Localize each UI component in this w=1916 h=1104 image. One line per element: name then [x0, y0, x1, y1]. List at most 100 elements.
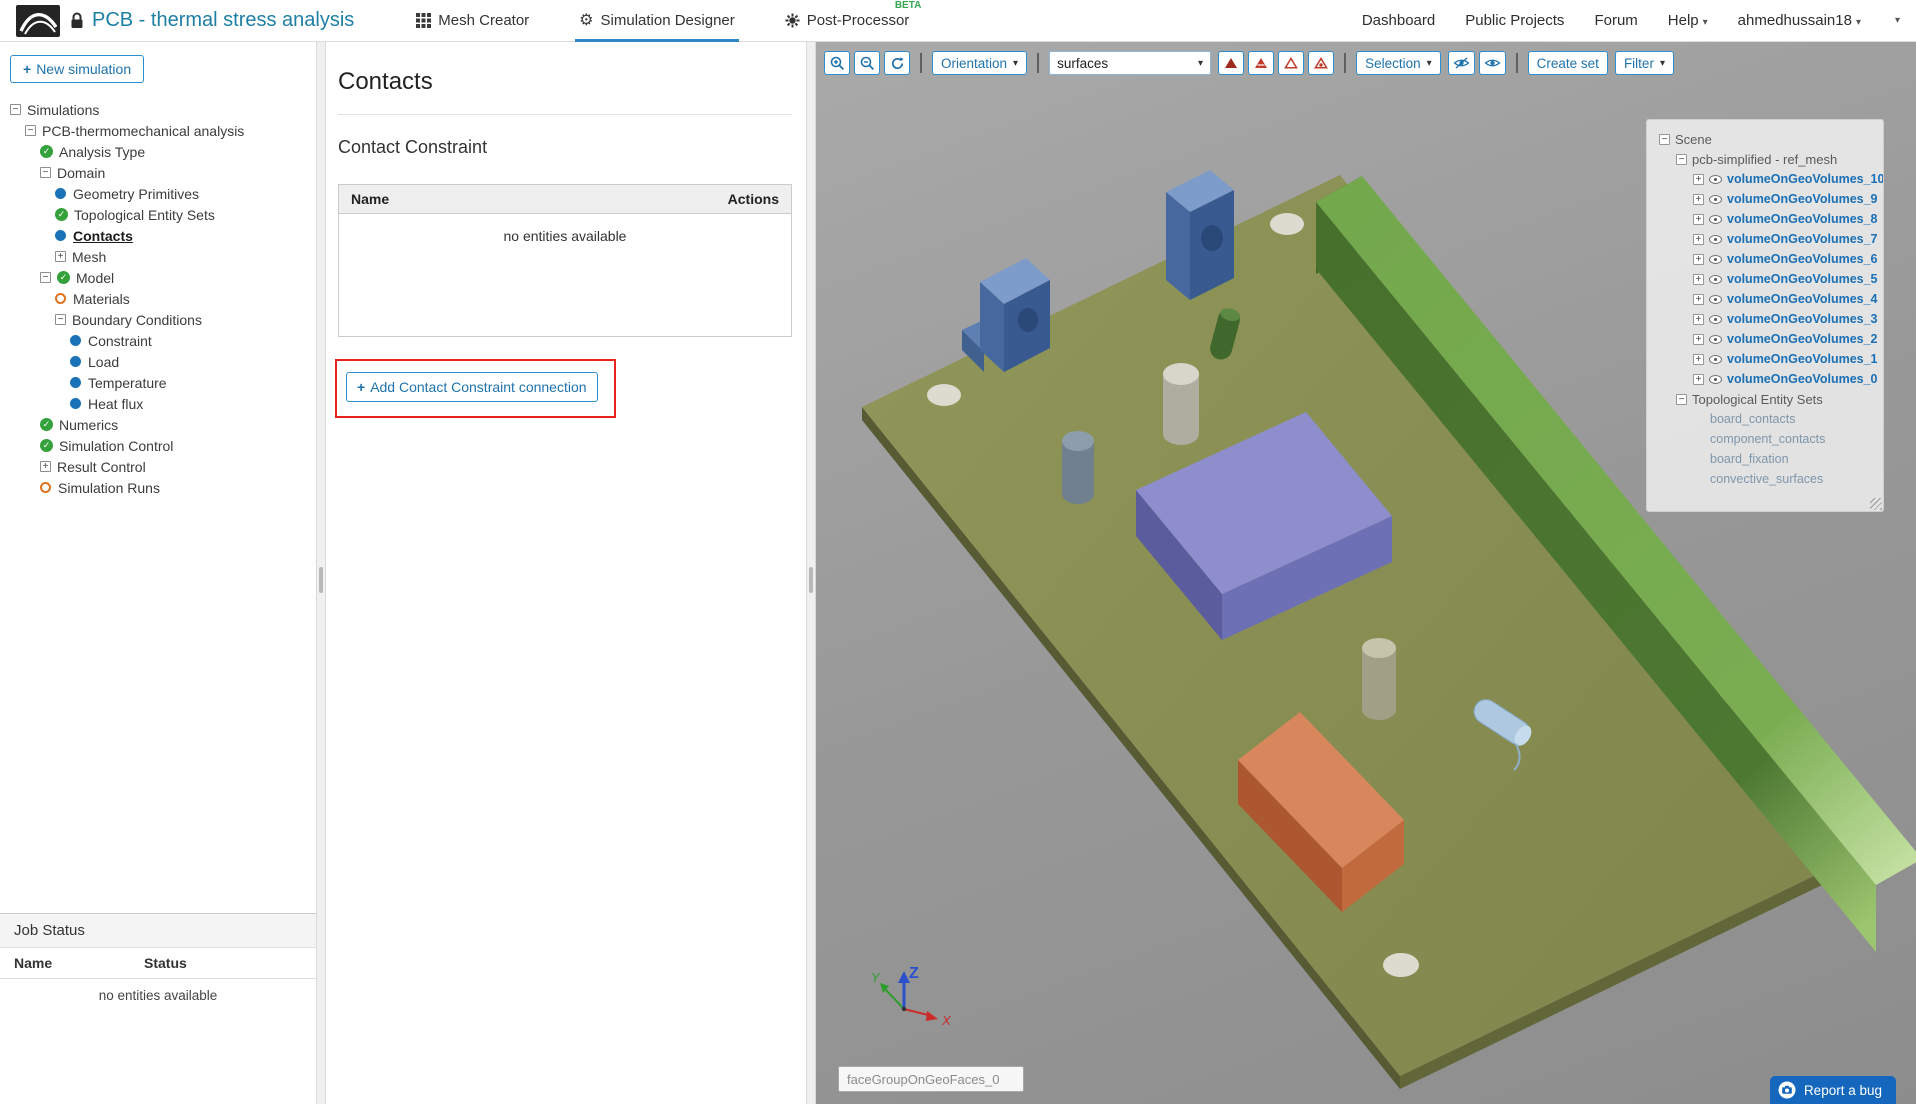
- visibility-eye-icon[interactable]: [1709, 334, 1722, 344]
- minus-expander-icon[interactable]: −: [1659, 133, 1670, 145]
- zoom-out-button[interactable]: [854, 51, 880, 75]
- visibility-eye-icon[interactable]: [1709, 274, 1722, 284]
- tree-item-simulations[interactable]: − Simulations: [0, 99, 316, 120]
- minus-expander-icon[interactable]: −: [25, 125, 36, 136]
- user-menu[interactable]: ahmedhussain18 ▾: [1738, 12, 1861, 29]
- plus-expander-icon[interactable]: +: [1693, 333, 1704, 345]
- plus-expander-icon[interactable]: +: [1693, 353, 1704, 365]
- panel-resize-handle[interactable]: [319, 567, 323, 593]
- tree-item-numerics[interactable]: ✓ Numerics: [0, 414, 316, 435]
- plus-expander-icon[interactable]: +: [1693, 213, 1704, 225]
- visibility-eye-icon[interactable]: [1709, 354, 1722, 364]
- scene-tree-panel[interactable]: − Scene − pcb-simplified - ref_mesh + volumeO…: [1646, 119, 1884, 512]
- header-collapse-caret[interactable]: ▾: [1895, 15, 1900, 26]
- tree-item-heat-flux[interactable]: Heat flux: [0, 393, 316, 414]
- scene-tree-resize-handle[interactable]: [1870, 498, 1882, 510]
- scene-tree-item-board-contacts[interactable]: board_contacts: [1653, 409, 1877, 429]
- link-dashboard[interactable]: Dashboard: [1362, 12, 1435, 29]
- visibility-eye-icon[interactable]: [1709, 234, 1722, 244]
- nav-simulation-designer[interactable]: ⚙ Simulation Designer: [575, 0, 739, 42]
- plus-expander-icon[interactable]: +: [1693, 253, 1704, 265]
- create-set-button[interactable]: Create set: [1527, 51, 1608, 75]
- link-forum[interactable]: Forum: [1594, 12, 1637, 29]
- plus-expander-icon[interactable]: +: [1693, 373, 1704, 385]
- scene-tree-item-volumeongeovolumes-9[interactable]: + volumeOnGeoVolumes_9: [1653, 189, 1878, 209]
- report-bug-button[interactable]: Report a bug: [1769, 1076, 1896, 1104]
- tree-item-simulation-runs[interactable]: Simulation Runs: [0, 477, 316, 498]
- visibility-eye-icon[interactable]: [1709, 294, 1722, 304]
- selection-dropdown[interactable]: Selection ▾: [1356, 51, 1441, 75]
- plus-expander-icon[interactable]: +: [1693, 293, 1704, 305]
- tree-item-boundary-conditions[interactable]: − Boundary Conditions: [0, 309, 316, 330]
- tree-item-load[interactable]: Load: [0, 351, 316, 372]
- tree-item-analysis-type[interactable]: ✓ Analysis Type: [0, 141, 316, 162]
- plus-expander-icon[interactable]: +: [1693, 173, 1704, 185]
- scene-tree-item-topological-entity-sets[interactable]: − Topological Entity Sets: [1653, 389, 1877, 409]
- new-simulation-button[interactable]: + New simulation: [10, 55, 145, 83]
- filter-dropdown[interactable]: Filter ▾: [1614, 51, 1674, 75]
- scene-tree-item-volumeongeovolumes-1[interactable]: + volumeOnGeoVolumes_1: [1653, 349, 1878, 369]
- scene-tree-item-volumeongeovolumes-7[interactable]: + volumeOnGeoVolumes_7: [1653, 229, 1878, 249]
- visibility-eye-icon[interactable]: [1709, 194, 1722, 204]
- scene-tree-item-pcb-simplified-ref-mesh[interactable]: − pcb-simplified - ref_mesh: [1653, 149, 1877, 169]
- scene-tree-item-volumeongeovolumes-3[interactable]: + volumeOnGeoVolumes_3: [1653, 309, 1878, 329]
- show-all-button[interactable]: [1478, 51, 1506, 75]
- tree-item-topological-entity-sets[interactable]: ✓ Topological Entity Sets: [0, 204, 316, 225]
- scene-tree-item-component-contacts[interactable]: component_contacts: [1653, 429, 1877, 449]
- minus-expander-icon[interactable]: −: [55, 314, 66, 325]
- scene-tree-item-volumeongeovolumes-4[interactable]: + volumeOnGeoVolumes_4: [1653, 289, 1878, 309]
- clip-plane-button-4[interactable]: [1308, 51, 1335, 75]
- visibility-eye-icon[interactable]: [1709, 254, 1722, 264]
- minus-expander-icon[interactable]: −: [1676, 393, 1687, 405]
- scene-tree-item-volumeongeovolumes-6[interactable]: + volumeOnGeoVolumes_6: [1653, 249, 1878, 269]
- scene-tree-item-board-fixation[interactable]: board_fixation: [1653, 449, 1877, 469]
- tree-item-simulation-control[interactable]: ✓ Simulation Control: [0, 435, 316, 456]
- scene-tree-item-volumeongeovolumes-5[interactable]: + volumeOnGeoVolumes_5: [1653, 269, 1878, 289]
- visibility-eye-icon[interactable]: [1709, 374, 1722, 384]
- orientation-dropdown[interactable]: Orientation ▾: [932, 51, 1028, 75]
- clip-plane-button-1[interactable]: [1218, 51, 1245, 75]
- face-group-input[interactable]: [838, 1066, 1024, 1092]
- plus-expander-icon[interactable]: +: [1693, 273, 1704, 285]
- render-mode-select[interactable]: surfaces ▾: [1049, 51, 1212, 75]
- panel-viewport-divider[interactable]: [806, 42, 816, 1104]
- zoom-in-button[interactable]: [824, 51, 850, 75]
- clip-plane-button-2[interactable]: [1248, 51, 1275, 75]
- sidebar-panel-divider[interactable]: [316, 42, 326, 1104]
- link-public-projects[interactable]: Public Projects: [1465, 12, 1564, 29]
- tree-item-mesh[interactable]: + Mesh: [0, 246, 316, 267]
- tree-item-model[interactable]: − ✓ Model: [0, 267, 316, 288]
- 3d-viewport[interactable]: X Y Z Orientation ▾ surfaces ▾ Selection…: [816, 42, 1916, 1104]
- plus-expander-icon[interactable]: +: [1693, 313, 1704, 325]
- minus-expander-icon[interactable]: −: [1676, 153, 1687, 165]
- tree-item-constraint[interactable]: Constraint: [0, 330, 316, 351]
- tree-item-temperature[interactable]: Temperature: [0, 372, 316, 393]
- clip-plane-button-3[interactable]: [1278, 51, 1305, 75]
- add-contact-constraint-button[interactable]: + Add Contact Constraint connection: [346, 372, 598, 402]
- minus-expander-icon[interactable]: −: [40, 272, 51, 283]
- tree-item-geometry-primitives[interactable]: Geometry Primitives: [0, 183, 316, 204]
- scene-tree-item-volumeongeovolumes-0[interactable]: + volumeOnGeoVolumes_0: [1653, 369, 1878, 389]
- visibility-eye-icon[interactable]: [1709, 174, 1722, 184]
- panel-resize-handle[interactable]: [809, 567, 813, 593]
- help-menu[interactable]: Help ▾: [1668, 12, 1708, 29]
- visibility-eye-icon[interactable]: [1709, 314, 1722, 324]
- scene-tree-item-convective-surfaces[interactable]: convective_surfaces: [1653, 469, 1877, 489]
- plus-expander-icon[interactable]: +: [1693, 233, 1704, 245]
- scene-tree-item-volumeongeovolumes-2[interactable]: + volumeOnGeoVolumes_2: [1653, 329, 1878, 349]
- scene-tree-item-scene[interactable]: − Scene: [1653, 129, 1877, 149]
- visibility-eye-icon[interactable]: [1709, 214, 1722, 224]
- minus-expander-icon[interactable]: −: [40, 167, 51, 178]
- plus-expander-icon[interactable]: +: [40, 461, 51, 472]
- tree-item-domain[interactable]: − Domain: [0, 162, 316, 183]
- nav-mesh-creator[interactable]: Mesh Creator: [412, 0, 533, 42]
- minus-expander-icon[interactable]: −: [10, 104, 21, 115]
- hide-selection-button[interactable]: [1447, 51, 1475, 75]
- scene-tree-item-volumeongeovolumes-10[interactable]: + volumeOnGeoVolumes_10: [1653, 169, 1883, 189]
- tree-item-result-control[interactable]: + Result Control: [0, 456, 316, 477]
- tree-item-materials[interactable]: Materials: [0, 288, 316, 309]
- tree-item-pcb-thermomechanical-analysis[interactable]: − PCB-thermomechanical analysis: [0, 120, 316, 141]
- scene-tree-item-volumeongeovolumes-8[interactable]: + volumeOnGeoVolumes_8: [1653, 209, 1878, 229]
- refresh-view-button[interactable]: [884, 51, 910, 75]
- nav-post-processor[interactable]: Post-Processor BETA: [781, 0, 921, 42]
